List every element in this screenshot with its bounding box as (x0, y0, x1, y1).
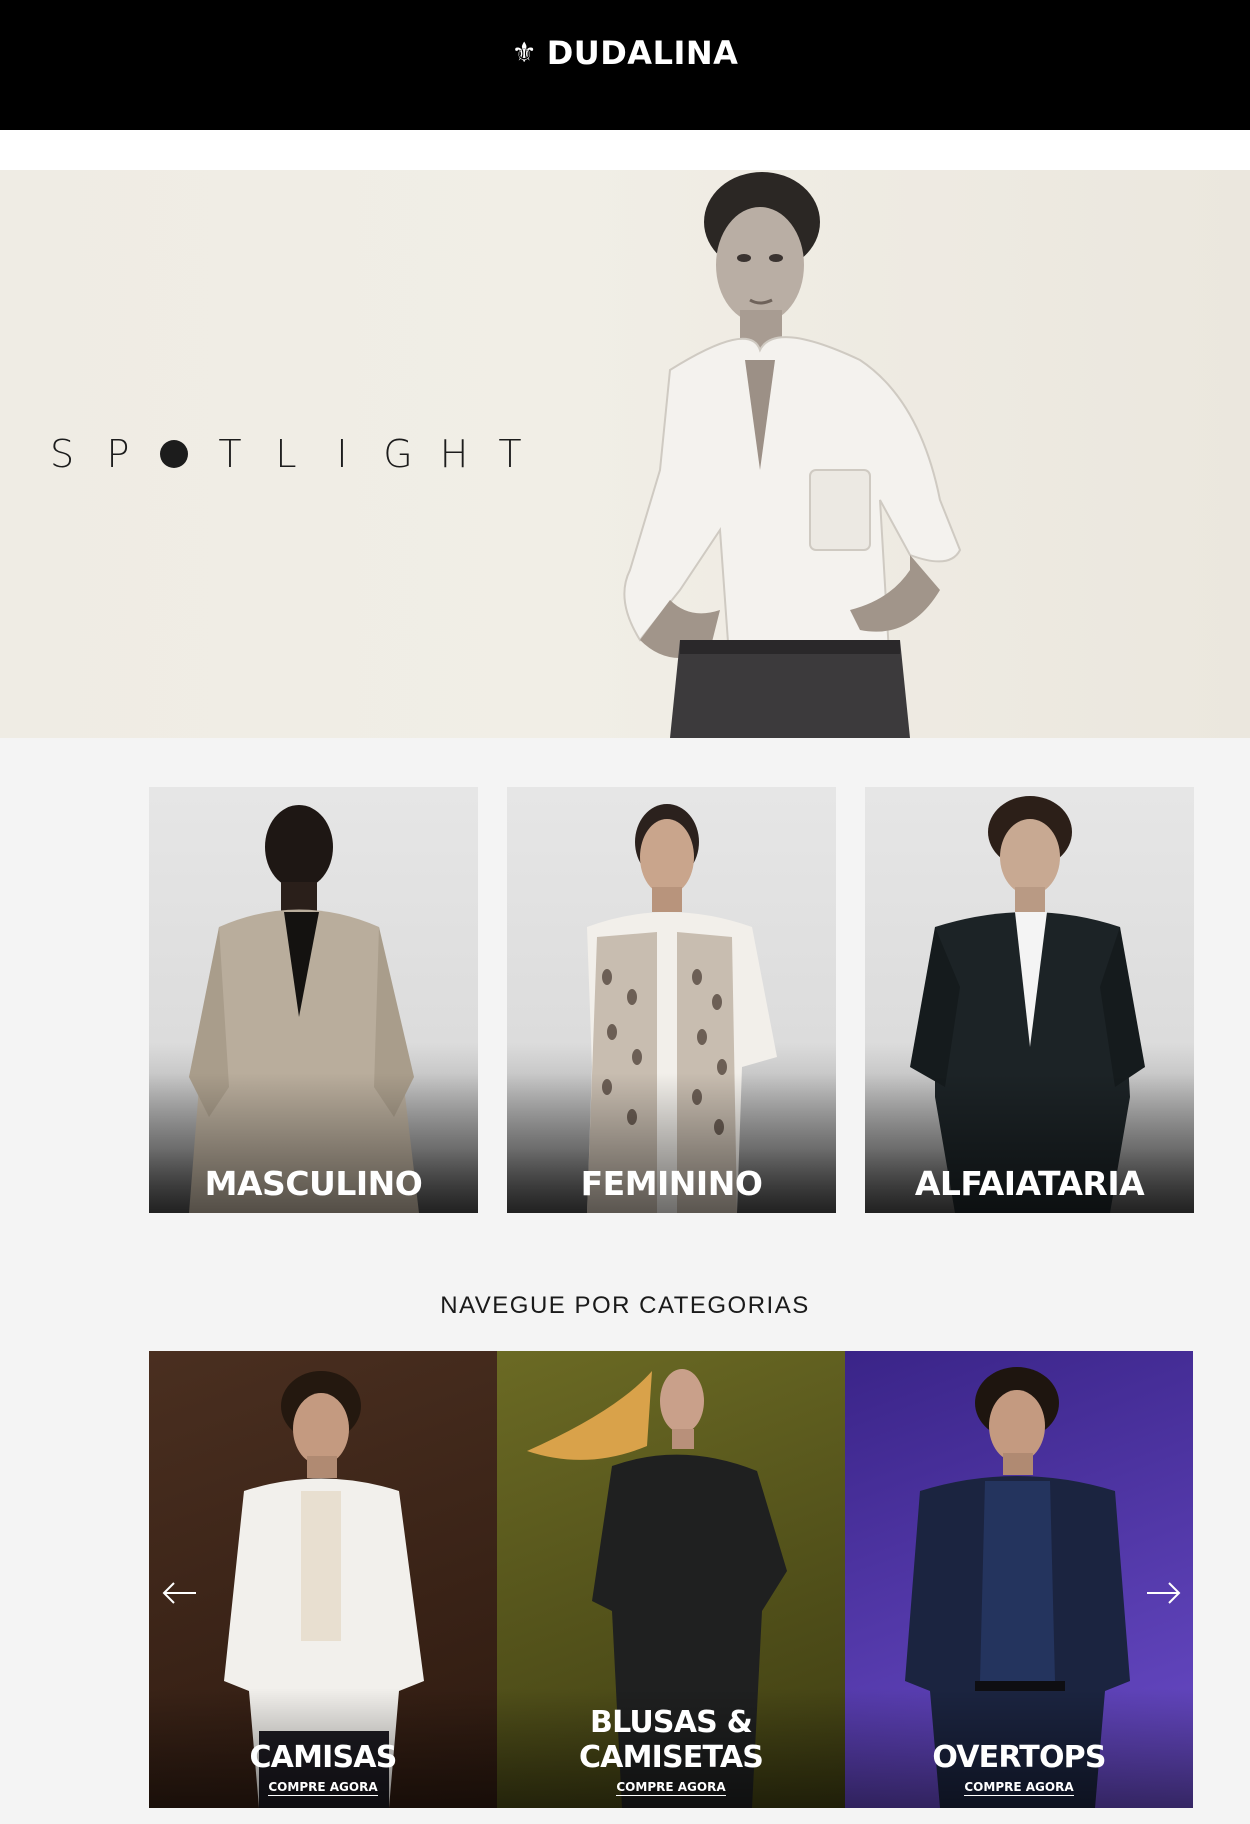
hero-banner[interactable]: S P T L I G H T (0, 170, 1250, 738)
card-feminino[interactable]: FEMININO (507, 787, 836, 1213)
category-label: OVERTOPS (932, 1740, 1106, 1775)
category-blusas-camisetas[interactable]: BLUSAS & CAMISETAS COMPRE AGORA (497, 1351, 845, 1808)
card-alfaiataria[interactable]: ALFAIATARIA (865, 787, 1194, 1213)
hero-dot-letter (146, 440, 202, 468)
category-camisas[interactable]: CAMISAS COMPRE AGORA (149, 1351, 497, 1808)
hero-letter: T (218, 432, 242, 476)
shop-now-link[interactable]: COMPRE AGORA (149, 1780, 497, 1796)
hero-letter: H (439, 432, 469, 476)
arrow-right-icon[interactable] (1143, 1578, 1183, 1608)
category-carousel: CAMISAS COMPRE AGORA BLUSAS & CAMISETAS … (149, 1351, 1193, 1808)
brand-logo[interactable]: ⚜ DUDALINA (0, 34, 1250, 72)
card-label: MASCULINO (204, 1164, 423, 1203)
hero-campaign-word: S P T L I G H T (34, 432, 538, 476)
site-header: ⚜ DUDALINA (0, 0, 1250, 130)
card-masculino[interactable]: MASCULINO (149, 787, 478, 1213)
hero-letter: I (336, 432, 348, 476)
card-label: ALFAIATARIA (914, 1164, 1145, 1203)
hero-letter: T (498, 432, 522, 476)
brand-name: DUDALINA (546, 34, 739, 72)
gender-cards: MASCULINO FEMININO ALFAIATARIA (149, 787, 1194, 1213)
header-spacer (0, 130, 1250, 170)
hero-model-image (623, 172, 962, 738)
hero-letter: S (49, 432, 75, 476)
card-label: FEMININO (580, 1164, 763, 1203)
fleur-de-lis-icon: ⚜ (511, 36, 537, 69)
category-label: CAMISAS (249, 1740, 397, 1775)
hero-letter: P (106, 432, 130, 476)
shop-now-link[interactable]: COMPRE AGORA (497, 1780, 845, 1796)
category-label: BLUSAS & CAMISETAS (578, 1705, 764, 1775)
hero-letter: L (275, 432, 297, 476)
hero-letter: G (383, 432, 413, 476)
shop-now-link[interactable]: COMPRE AGORA (845, 1780, 1193, 1796)
category-overtops[interactable]: OVERTOPS COMPRE AGORA (845, 1351, 1193, 1808)
arrow-left-icon[interactable] (160, 1578, 200, 1608)
categories-title: NAVEGUE POR CATEGORIAS (440, 1292, 810, 1319)
